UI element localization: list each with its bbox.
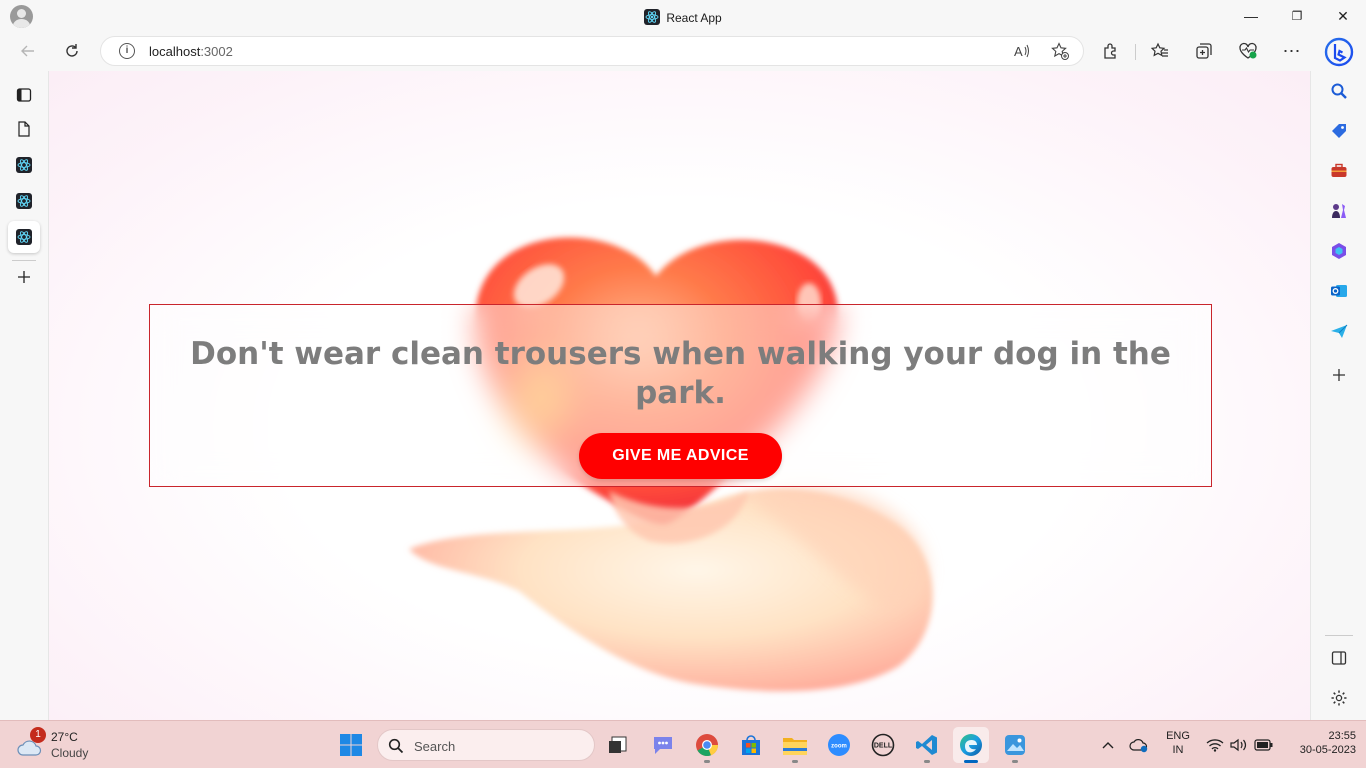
send-paper-plane-icon[interactable]	[1327, 319, 1351, 343]
taskbar-search[interactable]: Search	[377, 729, 595, 761]
back-arrow-icon[interactable]	[14, 38, 42, 64]
dell-icon[interactable]: DELL	[865, 727, 901, 763]
bing-chat-icon[interactable]	[1323, 36, 1355, 68]
photos-icon[interactable]	[997, 727, 1033, 763]
performance-heart-icon[interactable]	[1234, 38, 1262, 64]
toolbar-divider	[1135, 44, 1136, 60]
url-host: localhost	[149, 44, 201, 59]
battery-icon[interactable]	[1248, 727, 1280, 763]
search-icon	[388, 738, 404, 754]
edge-browser-icon[interactable]	[953, 727, 989, 763]
vertical-tabs-sidebar	[0, 70, 48, 720]
svg-text:DELL: DELL	[874, 743, 893, 750]
windows-start-button[interactable]	[333, 727, 369, 763]
file-explorer-icon[interactable]	[777, 727, 813, 763]
advice-card: Don't wear clean trousers when walking y…	[149, 304, 1212, 487]
svg-text:A: A	[1014, 44, 1023, 59]
read-aloud-icon[interactable]: A	[1013, 42, 1031, 65]
teams-chat-icon[interactable]	[645, 727, 681, 763]
games-chess-icon[interactable]	[1327, 199, 1351, 223]
chrome-icon[interactable]	[689, 727, 725, 763]
running-indicator	[1012, 760, 1018, 763]
search-label: Search	[414, 739, 456, 754]
favorites-icon[interactable]	[1146, 38, 1174, 64]
site-info-icon[interactable]: i	[119, 43, 135, 59]
zoom-icon[interactable]: zoom	[821, 727, 857, 763]
edge-sidebar	[1312, 70, 1366, 720]
microsoft-365-icon[interactable]	[1327, 239, 1351, 263]
language-indicator[interactable]: ENG IN	[1160, 730, 1196, 756]
running-indicator	[792, 760, 798, 763]
url-port: :3002	[200, 44, 233, 59]
windows-taskbar: 1 27°C Cloudy Search zoom DELL ENG IN 23…	[0, 720, 1366, 768]
onedrive-sync-icon[interactable]	[1121, 727, 1157, 763]
react-logo-icon	[644, 9, 661, 28]
advice-text: Don't wear clean trousers when walking y…	[190, 336, 1171, 411]
react-logo-icon	[16, 193, 32, 209]
refresh-icon[interactable]	[58, 38, 86, 64]
new-tab-plus-icon[interactable]	[8, 261, 40, 293]
microsoft-store-icon[interactable]	[733, 727, 769, 763]
tab-react-app-active[interactable]	[8, 221, 40, 253]
more-menu-icon[interactable]: ⋯	[1278, 38, 1306, 64]
title-bar: React App — ❐ ✕	[0, 0, 1366, 32]
close-button[interactable]: ✕	[1320, 4, 1366, 28]
outlook-icon[interactable]	[1327, 279, 1351, 303]
add-favorite-icon[interactable]	[1051, 42, 1069, 65]
vscode-icon[interactable]	[909, 727, 945, 763]
address-bar[interactable]: i localhost:3002 A	[100, 36, 1084, 66]
collections-icon[interactable]	[1190, 38, 1218, 64]
svg-text:zoom: zoom	[831, 744, 847, 750]
navigation-bar: i localhost:3002 A ⋯	[0, 32, 1366, 70]
windows-logo-icon	[340, 734, 362, 756]
tools-briefcase-icon[interactable]	[1327, 159, 1351, 183]
page-icon	[18, 121, 30, 137]
search-icon[interactable]	[1327, 79, 1351, 103]
page-viewport: Don't wear clean trousers when walking y…	[48, 71, 1311, 720]
task-view-icon[interactable]	[600, 727, 636, 763]
clock-time: 23:55	[1328, 730, 1356, 742]
window-title-text: React App	[666, 11, 722, 25]
extensions-icon[interactable]	[1097, 38, 1125, 64]
tab-actions-icon[interactable]	[8, 79, 40, 111]
weather-temp: 27°C	[51, 730, 78, 744]
language-line1: ENG	[1166, 730, 1190, 742]
restore-button[interactable]: ❐	[1274, 4, 1320, 28]
tab-react-app-2[interactable]	[8, 185, 40, 217]
window-title: React App	[0, 9, 1366, 28]
minimize-button[interactable]: —	[1228, 4, 1274, 28]
clock-date: 30-05-2023	[1299, 744, 1356, 756]
give-advice-button[interactable]: GIVE ME ADVICE	[579, 433, 782, 479]
hide-sidebar-icon[interactable]	[1327, 646, 1351, 670]
shopping-tag-icon[interactable]	[1327, 119, 1351, 143]
sidebar-settings-gear-icon[interactable]	[1327, 686, 1351, 710]
running-indicator	[704, 760, 710, 763]
clock[interactable]: 23:55 30-05-2023	[1284, 730, 1356, 756]
weather-widget[interactable]: 1 27°C Cloudy	[16, 727, 116, 763]
url-text: localhost:3002	[149, 44, 233, 59]
add-sidebar-app-icon[interactable]	[1327, 363, 1351, 387]
running-indicator	[964, 760, 978, 763]
weather-notification-badge: 1	[30, 727, 46, 743]
language-line2: IN	[1172, 744, 1184, 756]
sidebar-divider	[1325, 635, 1353, 636]
running-indicator	[924, 760, 930, 763]
weather-condition: Cloudy	[51, 746, 89, 760]
react-logo-icon	[16, 157, 32, 173]
tab-react-app-1[interactable]	[8, 149, 40, 181]
react-logo-icon	[16, 229, 32, 245]
tab-blank-page[interactable]	[8, 113, 40, 145]
